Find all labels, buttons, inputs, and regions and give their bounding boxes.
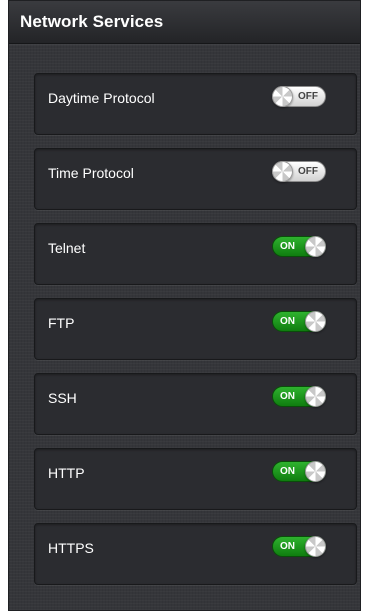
service-label: Daytime Protocol bbox=[48, 90, 155, 106]
toggle-state-text: ON bbox=[280, 241, 295, 252]
http-toggle[interactable]: ON bbox=[272, 461, 326, 482]
telnet-toggle[interactable]: ON bbox=[272, 236, 326, 257]
ssh-toggle[interactable]: ON bbox=[272, 386, 326, 407]
network-services-panel: Network Services Daytime Protocol OFF Ti… bbox=[8, 0, 361, 611]
service-label: HTTPS bbox=[48, 540, 94, 556]
toggle-knob-icon bbox=[272, 161, 293, 182]
toggle-state-text: ON bbox=[280, 391, 295, 402]
toggle-knob-icon bbox=[272, 86, 293, 107]
panel-header: Network Services bbox=[9, 1, 360, 44]
toggle-state-text: ON bbox=[280, 541, 295, 552]
service-label: SSH bbox=[48, 390, 77, 406]
service-row-https: HTTPS ON bbox=[34, 523, 357, 585]
toggle-knob-icon bbox=[305, 536, 326, 557]
service-label: Telnet bbox=[48, 240, 86, 256]
services-list: Daytime Protocol OFF Time Protocol OFF T… bbox=[34, 73, 357, 598]
toggle-knob-icon bbox=[305, 386, 326, 407]
service-label: Time Protocol bbox=[48, 165, 134, 181]
service-row-daytime-protocol: Daytime Protocol OFF bbox=[34, 73, 357, 135]
service-row-time-protocol: Time Protocol OFF bbox=[34, 148, 357, 210]
service-row-telnet: Telnet ON bbox=[34, 223, 357, 285]
service-row-ssh: SSH ON bbox=[34, 373, 357, 435]
time-protocol-toggle[interactable]: OFF bbox=[272, 161, 326, 182]
service-row-http: HTTP ON bbox=[34, 448, 357, 510]
panel-title: Network Services bbox=[20, 12, 164, 31]
daytime-protocol-toggle[interactable]: OFF bbox=[272, 86, 326, 107]
toggle-state-text: ON bbox=[280, 466, 295, 477]
toggle-state-text: OFF bbox=[298, 91, 318, 102]
toggle-state-text: OFF bbox=[298, 166, 318, 177]
toggle-knob-icon bbox=[305, 311, 326, 332]
service-label: FTP bbox=[48, 315, 75, 331]
https-toggle[interactable]: ON bbox=[272, 536, 326, 557]
service-label: HTTP bbox=[48, 465, 85, 481]
ftp-toggle[interactable]: ON bbox=[272, 311, 326, 332]
toggle-state-text: ON bbox=[280, 316, 295, 327]
service-row-ftp: FTP ON bbox=[34, 298, 357, 360]
toggle-knob-icon bbox=[305, 236, 326, 257]
toggle-knob-icon bbox=[305, 461, 326, 482]
